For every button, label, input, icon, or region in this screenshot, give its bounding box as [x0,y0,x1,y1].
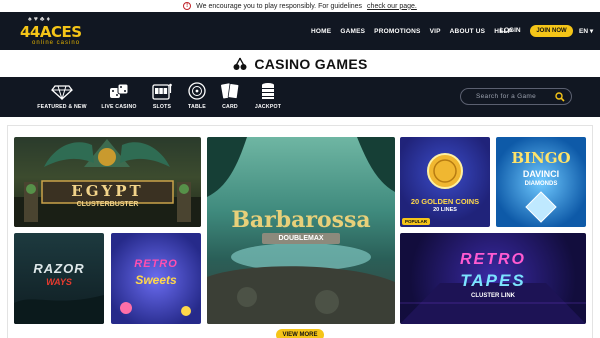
card-suits-icon: ♠♥♣♦ [28,16,53,23]
game-tile-retro-tapes[interactable]: RETRO TAPES CLUSTER LINK [400,233,586,324]
game-title: RETRO [134,258,178,270]
search-input[interactable]: Search for a Game [460,88,572,105]
site-logo[interactable]: ♠♥♣♦ 44ACES online casino [18,16,96,48]
main-nav: HOME GAMES PROMOTIONS VIP ABOUT US HELP [311,12,512,50]
search-placeholder: Search for a Game [476,93,537,100]
chevron-down-icon: ▾ [589,28,594,35]
games-grid: EGYPT CLUSTERBUSTER Barbarossa DOUBLEMAX… [7,125,593,338]
game-subtitle: TAPES [460,271,526,290]
nav-vip[interactable]: VIP [430,28,441,35]
game-tile-retro-sweets[interactable]: RETRO Sweets [111,233,201,324]
warning-icon: ! [183,2,192,10]
nav-games[interactable]: GAMES [340,28,365,35]
view-more-button[interactable]: VIEW MORE [276,329,324,338]
game-title: EGYPT [71,182,144,200]
cards-icon [221,83,240,99]
game-subtitle: DOUBLEMAX [278,235,324,242]
cherry-icon [233,57,247,70]
game-title: RETRO [460,251,526,268]
nav-promotions[interactable]: PROMOTIONS [374,28,420,35]
notice-text: We encourage you to play responsibly. Fo… [196,2,363,10]
game-tile-golden-coins[interactable]: 20 GOLDEN COINS 20 LINES POPULAR [400,137,490,227]
game-subtitle-2: DIAMONDS [524,181,558,187]
logo-tagline: online casino [32,40,81,46]
responsible-gaming-notice: ! We encourage you to play responsibly. … [0,0,600,12]
category-label: JACKPOT [254,104,282,110]
game-tile-razor-ways[interactable]: RAZOR WAYS [14,233,104,324]
diamond-icon [51,85,73,100]
category-bar: FEATURED & NEW LIVE CASINO SLOTS TABLE C… [0,77,600,117]
search-icon[interactable] [555,92,565,102]
guidelines-link[interactable]: check our page. [367,3,417,10]
nav-about-us[interactable]: ABOUT US [450,28,486,35]
game-subtitle: CLUSTERBUSTER [76,201,139,208]
nav-home[interactable]: HOME [311,28,331,35]
coin-stack-icon [262,83,274,99]
page-title-row: CASINO GAMES [0,50,600,77]
login-button[interactable]: LOGIN [500,27,521,34]
category-label: FEATURED & NEW [37,104,87,110]
golden-coins-artwork [427,153,463,189]
game-title: Barbarossa [231,207,371,233]
game-title: RAZOR [33,261,85,276]
game-title: BINGO [511,149,571,167]
game-title: 20 GOLDEN COINS [410,197,480,206]
language-label: EN [579,28,589,35]
logo-brand: 44ACES [20,23,82,41]
popular-badge: POPULAR [402,218,431,225]
dice-icon [110,83,129,98]
category-jackpot[interactable]: JACKPOT [243,82,293,110]
game-tile-egypt[interactable]: EGYPT CLUSTERBUSTER [14,137,201,227]
category-featured-new[interactable]: FEATURED & NEW [37,82,87,110]
language-selector[interactable]: EN ▾ [579,27,593,35]
game-subtitle: DAVINCI [522,169,560,179]
game-subtitle: WAYS [46,277,72,287]
game-tile-barbarossa[interactable]: Barbarossa DOUBLEMAX [207,137,395,324]
site-header: ♠♥♣♦ 44ACES online casino HOME GAMES PRO… [0,12,600,50]
page: ! We encourage you to play responsibly. … [0,0,600,338]
slot-machine-icon [152,83,172,100]
game-tile-bingo-davinci[interactable]: BINGO DAVINCI DIAMONDS [496,137,586,227]
join-now-button[interactable]: JOIN NOW [530,25,573,37]
game-subtitle: Sweets [135,273,177,287]
page-title: CASINO GAMES [254,55,368,72]
game-subtitle-2: CLUSTER LINK [471,293,515,299]
game-subtitle: 20 LINES [433,207,457,213]
